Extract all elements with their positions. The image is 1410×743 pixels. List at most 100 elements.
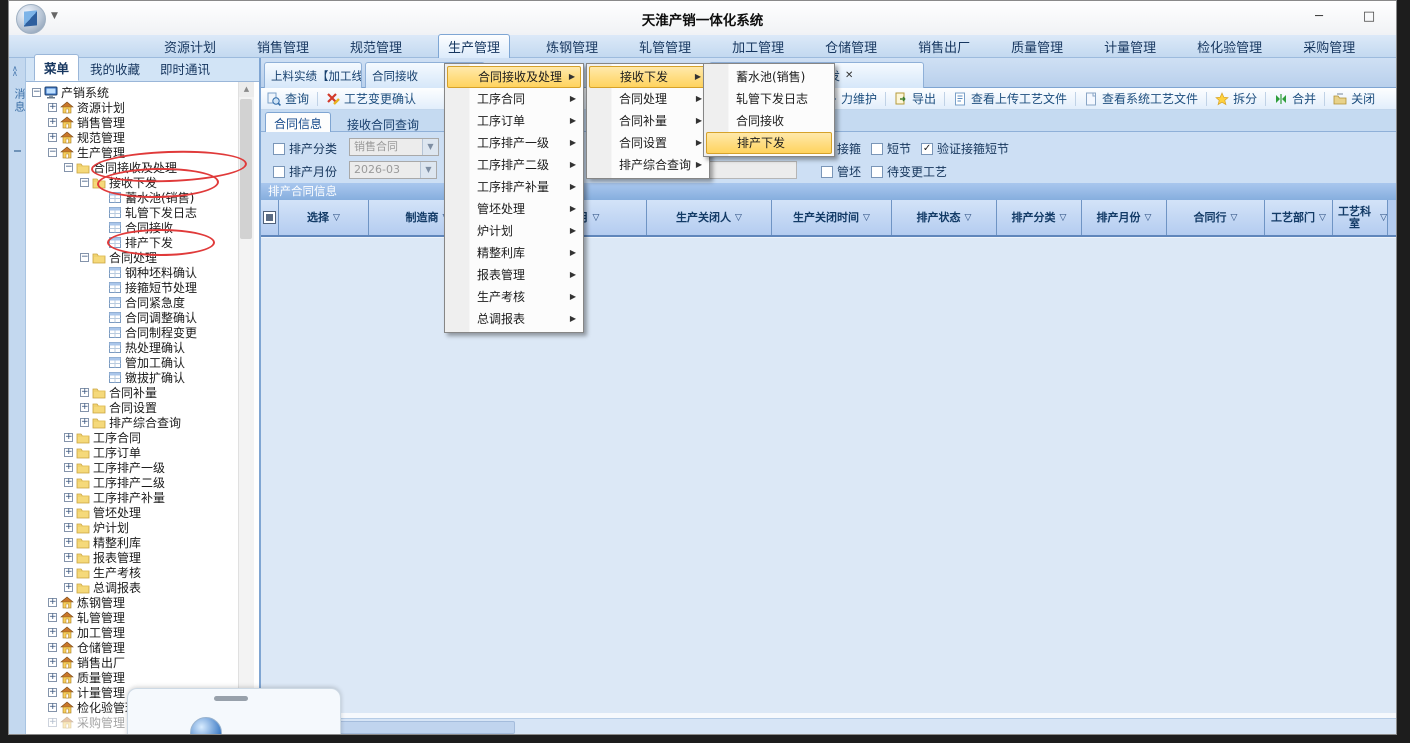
minimize-button[interactable]: ─ bbox=[1304, 6, 1334, 28]
menubar-item-计量管理[interactable]: 计量管理 bbox=[1099, 35, 1161, 58]
menu-item-合同接收[interactable]: 合同接收 bbox=[706, 110, 832, 132]
column-header-选择[interactable]: 选择▽ bbox=[279, 200, 369, 235]
tree-item-接收下发[interactable]: −接收下发 bbox=[26, 175, 238, 190]
filter-funnel-icon[interactable]: ▽ bbox=[593, 212, 600, 224]
tree-item-合同设置[interactable]: +合同设置 bbox=[26, 400, 238, 415]
menubar-item-质量管理[interactable]: 质量管理 bbox=[1006, 35, 1068, 58]
toolbar-button-关闭[interactable]: 关闭 bbox=[1333, 90, 1375, 107]
tree-toggle-icon[interactable]: + bbox=[48, 613, 57, 622]
toolbar-button-查询[interactable]: 查询 bbox=[267, 90, 309, 107]
tree-toggle-icon[interactable]: + bbox=[48, 118, 57, 127]
checkbox[interactable]: ✓ bbox=[921, 143, 933, 155]
column-header-生产关闭时间[interactable]: 生产关闭时间▽ bbox=[772, 200, 892, 235]
menu-item-接收下发[interactable]: 接收下发▶ bbox=[589, 66, 707, 88]
tree-item-工序排产二级[interactable]: +工序排产二级 bbox=[26, 475, 238, 490]
menu-item-排产下发[interactable]: 排产下发 bbox=[706, 132, 832, 154]
horizontal-scrollbar[interactable] bbox=[261, 718, 1396, 734]
menu-item-报表管理[interactable]: 报表管理▶ bbox=[447, 264, 581, 286]
select-all-checkbox[interactable] bbox=[263, 211, 276, 224]
tree-toggle-icon[interactable]: + bbox=[48, 628, 57, 637]
tree-toggle-icon[interactable]: − bbox=[80, 178, 89, 187]
tree-toggle-icon[interactable]: + bbox=[80, 388, 89, 397]
filter-funnel-icon[interactable]: ▽ bbox=[1380, 212, 1387, 224]
tree-toggle-icon[interactable]: + bbox=[64, 538, 73, 547]
tree-item-合同接收[interactable]: 合同接收 bbox=[26, 220, 238, 235]
toolbar-button-拆分[interactable]: 拆分 bbox=[1215, 90, 1257, 107]
tree-item-轧管下发日志[interactable]: 轧管下发日志 bbox=[26, 205, 238, 220]
menu-item-工序订单[interactable]: 工序订单▶ bbox=[447, 110, 581, 132]
tree-item-质量管理[interactable]: +质量管理 bbox=[26, 670, 238, 685]
menu-item-工序合同[interactable]: 工序合同▶ bbox=[447, 88, 581, 110]
tree-item-合同接收及处理[interactable]: −合同接收及处理 bbox=[26, 160, 238, 175]
menubar-item-采购管理[interactable]: 采购管理 bbox=[1298, 35, 1360, 58]
tree-item-产销系统[interactable]: −产销系统 bbox=[26, 85, 238, 100]
sidebar-tab-我的收藏[interactable]: 我的收藏 bbox=[81, 56, 149, 81]
tree-toggle-icon[interactable]: + bbox=[48, 103, 57, 112]
filter-funnel-icon[interactable]: ▽ bbox=[965, 212, 972, 224]
tree-toggle-icon[interactable]: − bbox=[80, 253, 89, 262]
tree-item-轧管管理[interactable]: +轧管管理 bbox=[26, 610, 238, 625]
tree-toggle-icon[interactable]: + bbox=[48, 703, 57, 712]
filter-funnel-icon[interactable]: ▽ bbox=[1060, 212, 1067, 224]
menubar-item-规范管理[interactable]: 规范管理 bbox=[345, 35, 407, 58]
tree-toggle-icon[interactable]: + bbox=[64, 478, 73, 487]
tree-toggle-icon[interactable]: + bbox=[48, 598, 57, 607]
tree-toggle-icon[interactable]: + bbox=[64, 493, 73, 502]
tree-toggle-icon[interactable]: + bbox=[48, 643, 57, 652]
tree-item-热处理确认[interactable]: 热处理确认 bbox=[26, 340, 238, 355]
menubar-item-销售出厂[interactable]: 销售出厂 bbox=[913, 35, 975, 58]
category-checkbox[interactable] bbox=[273, 143, 285, 155]
sidebar-tab-菜单[interactable]: 菜单 bbox=[34, 54, 79, 81]
checkbox[interactable] bbox=[821, 166, 833, 178]
menu-item-合同补量[interactable]: 合同补量▶ bbox=[589, 110, 707, 132]
tree-toggle-icon[interactable]: − bbox=[64, 163, 73, 172]
column-header-工艺部门[interactable]: 工艺部门▽ bbox=[1265, 200, 1333, 235]
menubar-item-仓储管理[interactable]: 仓储管理 bbox=[820, 35, 882, 58]
tree-item-排产综合查询[interactable]: +排产综合查询 bbox=[26, 415, 238, 430]
tree-item-镦拔扩确认[interactable]: 镦拔扩确认 bbox=[26, 370, 238, 385]
tree-item-合同处理[interactable]: −合同处理 bbox=[26, 250, 238, 265]
tree-toggle-icon[interactable]: + bbox=[64, 433, 73, 442]
menu-item-轧管下发日志[interactable]: 轧管下发日志 bbox=[706, 88, 832, 110]
toolbar-button-查看上传工艺文件[interactable]: 查看上传工艺文件 bbox=[953, 90, 1067, 107]
menu-item-合同接收及处理[interactable]: 合同接收及处理▶ bbox=[447, 66, 581, 88]
select-all-cell[interactable] bbox=[261, 200, 279, 235]
tree-item-加工管理[interactable]: +加工管理 bbox=[26, 625, 238, 640]
tree-toggle-icon[interactable]: + bbox=[64, 508, 73, 517]
menu-item-生产考核[interactable]: 生产考核▶ bbox=[447, 286, 581, 308]
tree-toggle-icon[interactable]: + bbox=[48, 658, 57, 667]
tree-toggle-icon[interactable]: + bbox=[64, 583, 73, 592]
tree-item-接箍短节处理[interactable]: 接箍短节处理 bbox=[26, 280, 238, 295]
column-header-工艺科室[interactable]: 工艺科室▽ bbox=[1333, 200, 1388, 235]
category-combo[interactable]: 销售合同▼ bbox=[349, 138, 439, 156]
menubar-item-销售管理[interactable]: 销售管理 bbox=[252, 35, 314, 58]
filter-funnel-icon[interactable]: ▽ bbox=[863, 212, 870, 224]
toolbar-button-查看系统工艺文件[interactable]: 查看系统工艺文件 bbox=[1084, 90, 1198, 107]
menu-item-蓄水池(销售)[interactable]: 蓄水池(销售) bbox=[706, 66, 832, 88]
column-header-排产状态[interactable]: 排产状态▽ bbox=[892, 200, 997, 235]
tree-item-炼钢管理[interactable]: +炼钢管理 bbox=[26, 595, 238, 610]
tree-item-管加工确认[interactable]: 管加工确认 bbox=[26, 355, 238, 370]
tree-item-资源计划[interactable]: +资源计划 bbox=[26, 100, 238, 115]
month-combo[interactable]: 2026-03▼ bbox=[349, 161, 437, 179]
tree-item-生产考核[interactable]: +生产考核 bbox=[26, 565, 238, 580]
tree-item-钢种坯料确认[interactable]: 钢种坯料确认 bbox=[26, 265, 238, 280]
tree-item-工序排产一级[interactable]: +工序排产一级 bbox=[26, 460, 238, 475]
chevron-down-icon[interactable]: ▼ bbox=[420, 162, 436, 178]
tree-item-精整利库[interactable]: +精整利库 bbox=[26, 535, 238, 550]
menu-item-合同设置[interactable]: 合同设置▶ bbox=[589, 132, 707, 154]
tree-toggle-icon[interactable]: + bbox=[48, 673, 57, 682]
menu-item-工序排产二级[interactable]: 工序排产二级▶ bbox=[447, 154, 581, 176]
column-header-生产关闭人[interactable]: 生产关闭人▽ bbox=[647, 200, 772, 235]
tree-toggle-icon[interactable]: + bbox=[48, 133, 57, 142]
tree-item-生产管理[interactable]: −生产管理 bbox=[26, 145, 238, 160]
menubar-item-加工管理[interactable]: 加工管理 bbox=[727, 35, 789, 58]
tree-item-合同制程变更[interactable]: 合同制程变更 bbox=[26, 325, 238, 340]
dock-strip[interactable]: ∧∧ 消息 bbox=[9, 58, 26, 734]
grid-body-empty[interactable] bbox=[261, 237, 1396, 713]
tree-toggle-icon[interactable]: − bbox=[48, 148, 57, 157]
toolbar-button-导出[interactable]: 导出 bbox=[894, 90, 936, 107]
menubar-item-轧管管理[interactable]: 轧管管理 bbox=[634, 35, 696, 58]
filter-funnel-icon[interactable]: ▽ bbox=[1231, 212, 1238, 224]
toolbar-button-合并[interactable]: 合并 bbox=[1274, 90, 1316, 107]
